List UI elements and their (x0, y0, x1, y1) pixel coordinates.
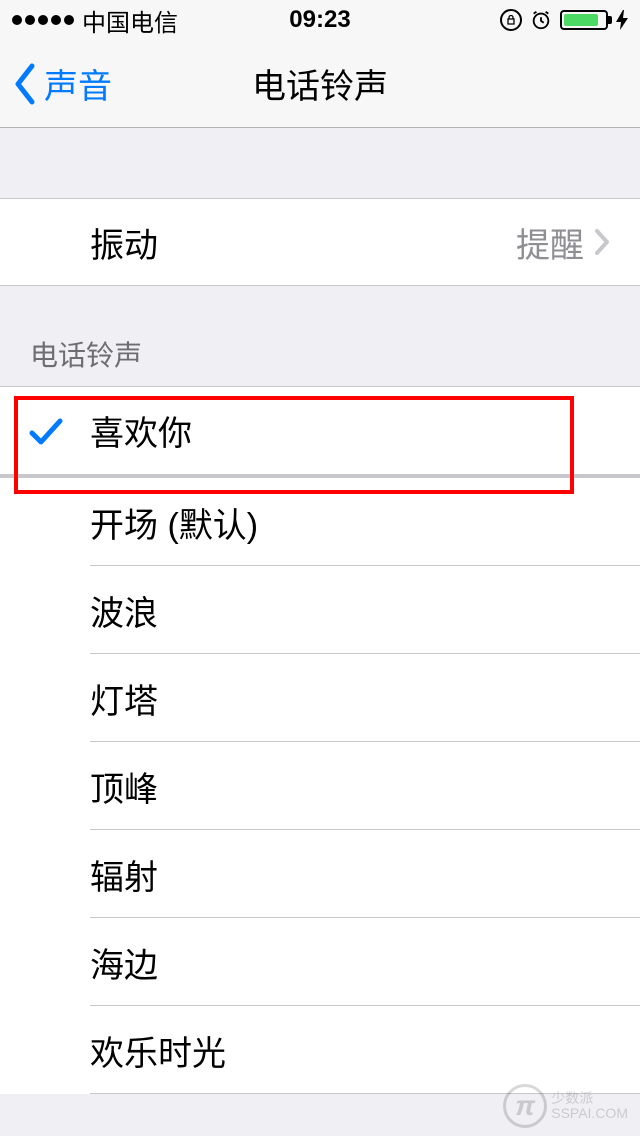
ringtone-name: 欢乐时光 (90, 1026, 610, 1075)
ringtone-name: 海边 (90, 938, 610, 987)
watermark-url: SSPAI.COM (551, 1106, 628, 1121)
status-time: 09:23 (289, 6, 350, 34)
vibration-value: 提醒 (516, 218, 584, 267)
ringtone-name: 开场 (默认) (90, 498, 610, 547)
ringtone-item[interactable]: 开场 (默认) (0, 478, 640, 566)
page-title: 电话铃声 (252, 59, 388, 108)
back-label: 声音 (44, 59, 112, 108)
ringtone-item[interactable]: 灯塔 (0, 654, 640, 742)
chevron-left-icon (12, 62, 38, 106)
ringtone-item[interactable]: 顶峰 (0, 742, 640, 830)
ringtone-name: 喜欢你 (90, 406, 610, 455)
carrier-label: 中国电信 (82, 3, 178, 38)
status-right (500, 9, 628, 31)
alarm-icon (530, 9, 552, 31)
ringtone-item[interactable]: 欢乐时光 (0, 1006, 640, 1094)
status-bar: 中国电信 09:23 (0, 0, 640, 40)
status-left: 中国电信 (12, 3, 178, 38)
ringtone-name: 灯塔 (90, 674, 610, 723)
vibration-label: 振动 (90, 218, 516, 267)
watermark: π 少数派 SSPAI.COM (503, 1084, 628, 1128)
navigation-bar: 声音 电话铃声 (0, 40, 640, 128)
ringtone-list: 喜欢你 开场 (默认) 波浪 灯塔 顶峰 辐射 海边 欢乐时光 (0, 386, 640, 1094)
ringtone-name: 顶峰 (90, 762, 610, 811)
watermark-logo-icon: π (503, 1084, 547, 1128)
charging-icon (616, 10, 628, 30)
checkmark-icon (28, 413, 64, 449)
section-spacer (0, 128, 640, 198)
ringtone-item[interactable]: 海边 (0, 918, 640, 1006)
ringtone-name: 波浪 (90, 586, 610, 635)
ringtone-section-header: 电话铃声 (0, 286, 640, 386)
orientation-lock-icon (500, 9, 522, 31)
chevron-right-icon (594, 228, 610, 256)
ringtone-item[interactable]: 辐射 (0, 830, 640, 918)
vibration-cell[interactable]: 振动 提醒 (0, 198, 640, 286)
back-button[interactable]: 声音 (0, 59, 112, 108)
ringtone-name: 辐射 (90, 850, 610, 899)
battery-icon (560, 10, 608, 30)
watermark-brand: 少数派 (551, 1091, 628, 1106)
ringtone-item-selected[interactable]: 喜欢你 (0, 386, 640, 474)
section-label: 电话铃声 (30, 334, 142, 374)
ringtone-item[interactable]: 波浪 (0, 566, 640, 654)
signal-strength-icon (12, 15, 74, 25)
